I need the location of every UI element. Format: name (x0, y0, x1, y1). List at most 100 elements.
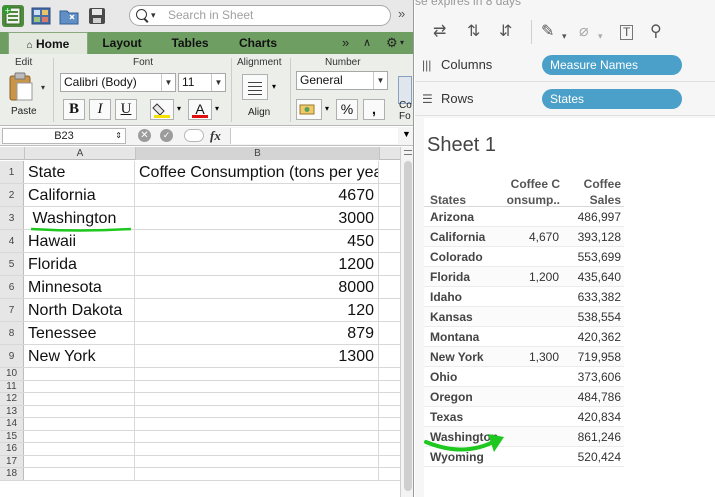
new-workbook-icon[interactable]: + (2, 5, 24, 27)
row-header[interactable]: 6 (0, 276, 24, 298)
row-header[interactable]: 15 (0, 430, 24, 442)
cell-a[interactable]: Tenessee (25, 322, 135, 344)
row-header[interactable]: 3 (0, 207, 24, 229)
coffee-consumption-header[interactable]: Coffee C onsump.. (504, 176, 560, 208)
formula-input[interactable] (230, 128, 398, 144)
cell-c[interactable] (380, 184, 400, 206)
tab-layout[interactable]: Layout (90, 32, 154, 54)
cell-c[interactable] (380, 468, 400, 480)
cell-c[interactable] (380, 443, 400, 455)
comma-button[interactable]: , (363, 99, 385, 120)
toolbar-overflow-button[interactable]: » (398, 6, 405, 21)
sort-descending-icon[interactable]: ⇵ (499, 24, 512, 40)
split-handle[interactable] (404, 150, 412, 155)
pin-icon[interactable]: ⚲ (650, 24, 662, 40)
row-header[interactable]: 9 (0, 345, 24, 367)
table-row[interactable]: Florida 1,200 435,640 (424, 267, 624, 287)
swap-rows-columns-icon[interactable]: ⇄ (433, 24, 446, 40)
cell-c[interactable] (380, 381, 400, 393)
row-header[interactable]: 2 (0, 184, 24, 206)
cell-b[interactable]: Coffee Consumption (tons per year) (136, 161, 379, 183)
ribbon-more-button[interactable]: » (342, 32, 349, 54)
tab-charts[interactable]: Charts (226, 32, 290, 54)
cell-a[interactable]: North Dakota (25, 299, 135, 321)
font-color-button[interactable]: A (188, 99, 212, 120)
font-color-dropdown-icon[interactable]: ▾ (215, 104, 219, 113)
cell-c[interactable] (380, 322, 400, 344)
cell-a[interactable] (25, 418, 135, 430)
save-icon[interactable] (86, 5, 108, 27)
cell-b[interactable] (136, 405, 379, 417)
tab-tables[interactable]: Tables (158, 32, 222, 54)
row-header[interactable]: 17 (0, 455, 24, 467)
cell-c[interactable] (380, 253, 400, 275)
cell-c[interactable] (380, 276, 400, 298)
cell-b[interactable] (136, 418, 379, 430)
cell-b[interactable]: 120 (136, 299, 379, 321)
name-box[interactable]: B23 ⇕ (2, 128, 126, 144)
cancel-icon[interactable]: ✕ (138, 129, 151, 142)
attachment-icon[interactable]: ⌀ (579, 24, 589, 40)
number-format-select[interactable]: General ▼ (296, 71, 388, 90)
formula-expand-icon[interactable]: ▼ (402, 129, 411, 139)
cell-c[interactable] (380, 431, 400, 443)
cell-b[interactable]: 1200 (136, 253, 379, 275)
cell-a[interactable]: State (25, 161, 135, 183)
cell-b[interactable]: 450 (136, 230, 379, 252)
cell-a[interactable] (25, 430, 135, 442)
name-box-stepper-icon[interactable]: ⇕ (115, 129, 122, 143)
row-header[interactable]: 4 (0, 230, 24, 252)
cell-c[interactable] (380, 368, 400, 380)
cell-c[interactable] (380, 161, 400, 183)
cell-c[interactable] (380, 207, 400, 229)
function-toggle-icon[interactable] (184, 129, 204, 142)
highlight-pen-icon[interactable]: ✎ (541, 24, 554, 40)
table-row[interactable]: Washington 861,246 (424, 427, 624, 447)
cell-c[interactable] (380, 230, 400, 252)
accounting-format-button[interactable] (296, 99, 322, 120)
templates-icon[interactable] (30, 5, 52, 27)
text-box-icon[interactable]: T (620, 25, 634, 40)
cell-a[interactable] (25, 443, 135, 455)
confirm-icon[interactable]: ✓ (160, 129, 173, 142)
cell-a[interactable]: Washington (25, 207, 135, 229)
row-header[interactable]: 14 (0, 418, 24, 430)
row-header[interactable]: 1 (0, 161, 24, 183)
cell-b[interactable]: 3000 (136, 207, 379, 229)
highlight-dropdown-icon[interactable]: ▾ (562, 28, 567, 44)
table-row[interactable]: Kansas 538,554 (424, 307, 624, 327)
cell-b[interactable] (136, 430, 379, 442)
cell-c[interactable] (380, 418, 400, 430)
cell-c[interactable] (380, 456, 400, 468)
cell-c[interactable] (380, 393, 400, 405)
row-header[interactable]: 16 (0, 443, 24, 455)
gear-icon[interactable]: ⚙ (386, 32, 398, 54)
states-pill[interactable]: States (542, 89, 682, 109)
cell-b[interactable]: 4670 (136, 184, 379, 206)
table-row[interactable]: Colorado 553,699 (424, 247, 624, 267)
align-button[interactable]: ▾ Align (240, 74, 282, 122)
cell-a[interactable] (25, 380, 135, 392)
underline-button[interactable]: U (115, 99, 137, 120)
open-folder-icon[interactable] (58, 5, 80, 27)
select-all-corner[interactable] (0, 147, 25, 160)
table-row[interactable]: New York 1,300 719,958 (424, 347, 624, 367)
rows-shelf[interactable]: ☰ Rows States (415, 82, 715, 116)
accounting-dropdown-icon[interactable]: ▾ (325, 104, 329, 113)
cell-b[interactable]: 879 (136, 322, 379, 344)
insert-function-button[interactable]: fx (210, 127, 221, 145)
row-header[interactable]: 10 (0, 368, 24, 380)
cell-b[interactable] (136, 468, 379, 480)
column-header-b[interactable]: B (136, 147, 380, 160)
cell-c[interactable] (380, 345, 400, 367)
row-header[interactable]: 8 (0, 322, 24, 344)
cell-b[interactable] (136, 443, 379, 455)
fill-color-dropdown-icon[interactable]: ▾ (177, 104, 181, 113)
sort-ascending-icon[interactable]: ⇅ (467, 24, 480, 40)
row-header[interactable]: 18 (0, 468, 24, 480)
percent-button[interactable]: % (336, 99, 358, 120)
row-header[interactable]: 11 (0, 380, 24, 392)
bold-button[interactable]: B (63, 99, 85, 120)
cell-b[interactable]: 1300 (136, 345, 379, 367)
cell-a[interactable]: New York (25, 345, 135, 367)
